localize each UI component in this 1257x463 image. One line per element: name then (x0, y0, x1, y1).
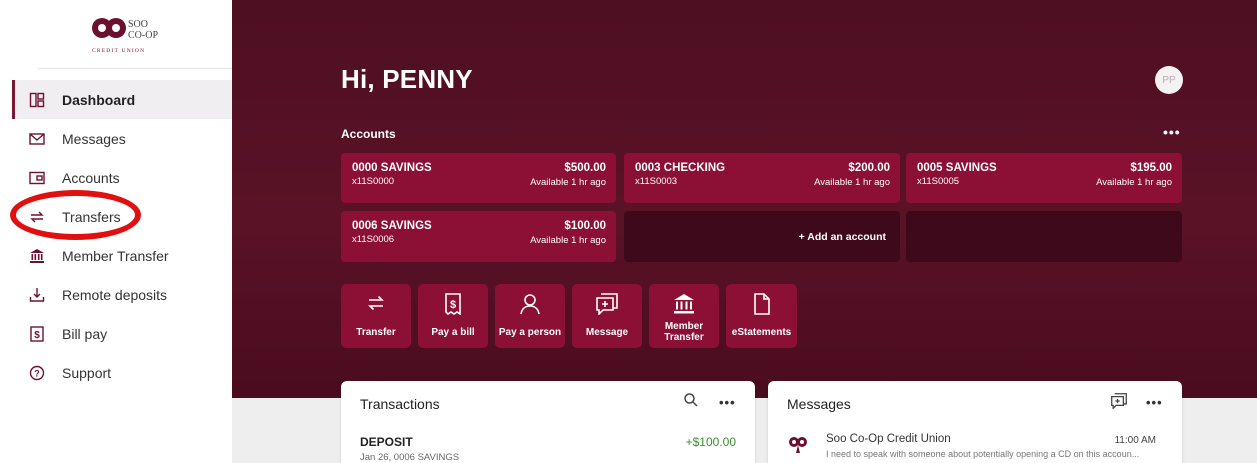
wallet-icon (28, 169, 46, 187)
message-preview: I need to speak with someone about poten… (826, 449, 1140, 459)
transactions-more-button[interactable]: ••• (719, 395, 736, 410)
logo-tagline: CREDIT UNION (92, 48, 145, 54)
account-number: x11S0005 (917, 176, 960, 187)
account-balance: $200.00 (848, 162, 890, 174)
account-balance: $100.00 (564, 220, 606, 232)
sidebar-item-messages[interactable]: Messages (12, 119, 232, 158)
sidebar-item-label: Support (62, 364, 112, 381)
accounts-heading: Accounts (341, 127, 396, 141)
credit-union-logo-icon (788, 436, 808, 459)
quick-action-pay-a-bill[interactable]: $ Pay a bill (418, 284, 488, 348)
account-tile-0005-savings[interactable]: 0005 SAVINGS x11S0005 $195.00 Available … (906, 153, 1182, 203)
sidebar-item-accounts[interactable]: Accounts (12, 158, 232, 197)
help-circle-icon: ? (28, 364, 46, 382)
quick-action-label-line1: Member (664, 321, 704, 332)
svg-text:$: $ (450, 299, 456, 311)
account-number: x11S0000 (352, 176, 395, 187)
mail-icon (28, 130, 46, 148)
compose-message-icon (572, 293, 642, 315)
logo-line1: SOO (128, 19, 148, 30)
avatar[interactable]: PP (1155, 66, 1183, 94)
sidebar-item-transfers[interactable]: Transfers (12, 197, 232, 236)
quick-action-label: Pay a person (498, 327, 562, 338)
quick-action-pay-a-person[interactable]: Pay a person (495, 284, 565, 348)
account-balance: $195.00 (1130, 162, 1172, 174)
dollar-bill-icon: $ (418, 293, 488, 315)
sidebar-item-dashboard[interactable]: Dashboard (12, 80, 232, 119)
quick-action-transfer[interactable]: Transfer (341, 284, 411, 348)
message-sender: Soo Co-Op Credit Union (826, 433, 951, 445)
soo-coop-logo[interactable]: SOO CO-OP CREDIT UNION (88, 12, 168, 60)
logo-divider (38, 68, 232, 69)
search-icon[interactable] (684, 393, 698, 412)
transfer-arrows-icon (28, 208, 46, 226)
quick-action-label: Transfer (356, 327, 396, 338)
svg-text:$: $ (34, 330, 40, 341)
account-status: Available 1 hr ago (530, 177, 606, 188)
quick-action-label: Message (585, 327, 629, 338)
empty-account-slot (906, 211, 1182, 262)
account-status: Available 1 hr ago (530, 235, 606, 246)
account-tile-0003-checking[interactable]: 0003 CHECKING x11S0003 $200.00 Available… (624, 153, 900, 203)
transaction-amount: +$100.00 (685, 435, 736, 449)
messages-card: Messages ••• Soo Co-Op Credit Union 11:0… (768, 381, 1182, 463)
sidebar-item-label: Accounts (62, 169, 120, 186)
dashboard-icon (28, 91, 46, 109)
sidebar-item-label: Bill pay (62, 325, 108, 342)
add-account-button[interactable]: + Add an account (624, 211, 900, 262)
sidebar-item-label: Member Transfer (62, 247, 169, 264)
person-icon (495, 293, 565, 315)
account-status: Available 1 hr ago (814, 177, 890, 188)
bank-icon (649, 293, 719, 315)
sidebar-item-bill-pay[interactable]: $ Bill pay (12, 314, 232, 353)
account-balance: $500.00 (564, 162, 606, 174)
deposit-download-icon (28, 286, 46, 304)
quick-action-estatements[interactable]: eStatements (726, 284, 797, 348)
account-name: 0003 CHECKING (635, 162, 726, 174)
compose-message-icon[interactable] (1111, 393, 1127, 414)
transfer-arrows-icon (341, 293, 411, 313)
quick-action-member-transfer[interactable]: Member Transfer (649, 284, 719, 348)
document-icon (726, 293, 797, 315)
quick-action-label: eStatements (731, 327, 792, 338)
messages-title: Messages (787, 396, 851, 412)
account-tile-0000-savings[interactable]: 0000 SAVINGS x11S0000 $500.00 Available … (341, 153, 616, 203)
sidebar-item-label: Remote deposits (62, 286, 168, 303)
quick-action-label: Member Transfer (649, 321, 719, 343)
transaction-subtitle: Jan 26, 0006 SAVINGS (360, 452, 460, 463)
account-name: 0006 SAVINGS (352, 220, 432, 232)
transactions-card: Transactions ••• DEPOSIT Jan 26, 0006 SA… (341, 381, 755, 463)
greeting-title: Hi, PENNY (341, 64, 473, 94)
sidebar-item-label: Messages (62, 130, 126, 147)
bank-icon (28, 247, 46, 265)
dollar-bill-icon: $ (28, 325, 46, 343)
transactions-title: Transactions (360, 396, 440, 412)
accounts-more-button[interactable]: ••• (1163, 124, 1181, 140)
messages-more-button[interactable]: ••• (1146, 395, 1163, 410)
account-name: 0005 SAVINGS (917, 162, 997, 174)
message-time: 11:00 AM (1114, 435, 1156, 446)
sidebar-item-remote-deposits[interactable]: Remote deposits (12, 275, 232, 314)
quick-action-label-line2: Transfer (664, 332, 704, 343)
account-number: x11S0003 (635, 176, 678, 187)
account-tile-0006-savings[interactable]: 0006 SAVINGS x11S0006 $100.00 Available … (341, 211, 616, 262)
account-status: Available 1 hr ago (1096, 177, 1172, 188)
account-number: x11S0006 (352, 234, 395, 245)
sidebar-nav: Dashboard Messages Accounts Transfers Me… (12, 80, 232, 392)
account-name: 0000 SAVINGS (352, 162, 432, 174)
sidebar-item-label: Dashboard (62, 91, 136, 108)
transaction-name: DEPOSIT (360, 435, 413, 449)
logo-line2: CO-OP (128, 30, 158, 41)
quick-action-message[interactable]: Message (572, 284, 642, 348)
quick-action-label: Pay a bill (431, 327, 475, 338)
svg-text:?: ? (34, 368, 40, 378)
sidebar-item-member-transfer[interactable]: Member Transfer (12, 236, 232, 275)
sidebar: SOO CO-OP CREDIT UNION Dashboard Message… (0, 0, 232, 463)
sidebar-item-label: Transfers (62, 208, 121, 225)
sidebar-item-support[interactable]: ? Support (12, 353, 232, 392)
